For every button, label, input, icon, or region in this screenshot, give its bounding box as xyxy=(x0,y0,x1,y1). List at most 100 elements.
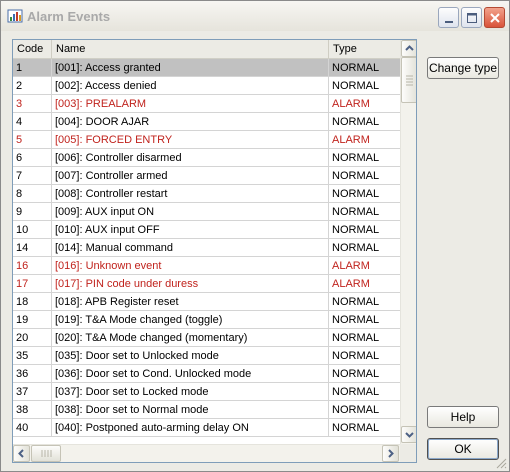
cell-code: 37 xyxy=(13,383,52,401)
cell-name: [020]: T&A Mode changed (momentary) xyxy=(52,329,329,347)
table-row[interactable]: 6 [006]: Controller disarmed NORMAL xyxy=(13,149,400,167)
alarm-events-window: Alarm Events Code Name Type 1 [001]: Acce… xyxy=(0,0,510,472)
table-row[interactable]: 5 [005]: FORCED ENTRY ALARM xyxy=(13,131,400,149)
minimize-icon xyxy=(445,21,453,23)
cell-code: 16 xyxy=(13,257,52,275)
scrollbar-corner xyxy=(400,444,416,462)
table-row[interactable]: 4 [004]: DOOR AJAR NORMAL xyxy=(13,113,400,131)
table-row[interactable]: 16 [016]: Unknown event ALARM xyxy=(13,257,400,275)
cell-name: [009]: AUX input ON xyxy=(52,203,329,221)
list-header: Code Name Type xyxy=(13,40,400,59)
alarm-events-icon xyxy=(7,8,23,24)
chevron-right-icon xyxy=(388,449,394,458)
column-header-type[interactable]: Type xyxy=(329,40,400,59)
column-header-name[interactable]: Name xyxy=(52,40,329,59)
alarm-events-list[interactable]: Code Name Type 1 [001]: Access granted NOR… xyxy=(12,39,417,463)
table-row[interactable]: 40 [040]: Postponed auto-arming delay ON N… xyxy=(13,419,400,437)
table-row[interactable]: 17 [017]: PIN code under duress ALARM xyxy=(13,275,400,293)
cell-code: 17 xyxy=(13,275,52,293)
cell-type: NORMAL xyxy=(332,242,380,254)
cell-name: [018]: APB Register reset xyxy=(52,293,329,311)
cell-type: NORMAL xyxy=(332,296,380,308)
cell-code: 38 xyxy=(13,401,52,419)
cell-code: 3 xyxy=(13,95,52,113)
cell-name: [037]: Door set to Locked mode xyxy=(52,383,329,401)
cell-code: 1 xyxy=(13,59,52,77)
scroll-down-button[interactable] xyxy=(401,426,416,443)
cell-name: [004]: DOOR AJAR xyxy=(52,113,329,131)
cell-code: 8 xyxy=(13,185,52,203)
cell-type: NORMAL xyxy=(332,170,380,182)
cell-code: 9 xyxy=(13,203,52,221)
cell-name: [007]: Controller armed xyxy=(52,167,329,185)
help-button[interactable]: Help xyxy=(427,406,499,428)
cell-name: [010]: AUX input OFF xyxy=(52,221,329,239)
cell-name: [019]: T&A Mode changed (toggle) xyxy=(52,311,329,329)
cell-type: NORMAL xyxy=(332,314,380,326)
table-row[interactable]: 18 [018]: APB Register reset NORMAL xyxy=(13,293,400,311)
minimize-button[interactable] xyxy=(438,7,459,28)
table-row[interactable]: 10 [010]: AUX input OFF NORMAL xyxy=(13,221,400,239)
resize-grip-icon[interactable] xyxy=(495,457,507,469)
table-row[interactable]: 19 [019]: T&A Mode changed (toggle) NORMAL xyxy=(13,311,400,329)
close-button[interactable] xyxy=(484,7,505,28)
table-row[interactable]: 20 [020]: T&A Mode changed (momentary) NOR… xyxy=(13,329,400,347)
cell-type: NORMAL xyxy=(332,116,380,128)
horizontal-scroll-thumb[interactable] xyxy=(31,445,61,462)
cell-type: NORMAL xyxy=(332,386,380,398)
cell-name: [014]: Manual command xyxy=(52,239,329,257)
cell-type: NORMAL xyxy=(332,152,380,164)
table-row[interactable]: 37 [037]: Door set to Locked mode NORMAL xyxy=(13,383,400,401)
cell-name: [005]: FORCED ENTRY xyxy=(52,131,329,149)
scroll-right-button[interactable] xyxy=(382,445,399,462)
cell-code: 14 xyxy=(13,239,52,257)
table-row[interactable]: 14 [014]: Manual command NORMAL xyxy=(13,239,400,257)
cell-code: 5 xyxy=(13,131,52,149)
cell-name: [016]: Unknown event xyxy=(52,257,329,275)
table-row[interactable]: 3 [003]: PREALARM ALARM xyxy=(13,95,400,113)
maximize-button[interactable] xyxy=(461,7,482,28)
cell-code: 7 xyxy=(13,167,52,185)
title-bar[interactable]: Alarm Events xyxy=(1,1,509,31)
chevron-down-icon xyxy=(405,432,414,438)
scroll-left-button[interactable] xyxy=(13,445,30,462)
change-type-button[interactable]: Change type xyxy=(427,57,499,79)
cell-code: 4 xyxy=(13,113,52,131)
cell-type: ALARM xyxy=(332,134,370,146)
cell-name: [035]: Door set to Unlocked mode xyxy=(52,347,329,365)
list-rows: 1 [001]: Access granted NORMAL 2 [002]: Acce… xyxy=(13,59,400,444)
table-row[interactable]: 38 [038]: Door set to Normal mode NORMAL xyxy=(13,401,400,419)
table-row[interactable]: 1 [001]: Access granted NORMAL xyxy=(13,59,400,77)
table-row[interactable]: 36 [036]: Door set to Cond. Unlocked mode… xyxy=(13,365,400,383)
table-row[interactable]: 2 [002]: Access denied NORMAL xyxy=(13,77,400,95)
close-icon xyxy=(490,13,500,23)
cell-code: 40 xyxy=(13,419,52,437)
table-row[interactable]: 8 [008]: Controller restart NORMAL xyxy=(13,185,400,203)
ok-button[interactable]: OK xyxy=(427,438,499,460)
maximize-icon xyxy=(467,13,477,23)
cell-name: [038]: Door set to Normal mode xyxy=(52,401,329,419)
cell-type: NORMAL xyxy=(332,368,380,380)
window-title: Alarm Events xyxy=(27,9,111,24)
table-row[interactable]: 9 [009]: AUX input ON NORMAL xyxy=(13,203,400,221)
scroll-up-button[interactable] xyxy=(401,40,416,57)
cell-type: NORMAL xyxy=(332,422,380,434)
vertical-scroll-thumb[interactable] xyxy=(401,57,416,103)
grip-icon xyxy=(41,450,52,457)
cell-name: [002]: Access denied xyxy=(52,77,329,95)
cell-type: NORMAL xyxy=(332,404,380,416)
cell-type: NORMAL xyxy=(332,224,380,236)
cell-type: NORMAL xyxy=(332,188,380,200)
cell-code: 20 xyxy=(13,329,52,347)
table-row[interactable]: 7 [007]: Controller armed NORMAL xyxy=(13,167,400,185)
horizontal-scrollbar[interactable] xyxy=(13,444,400,462)
cell-type: NORMAL xyxy=(332,350,380,362)
chevron-left-icon xyxy=(18,449,24,458)
vertical-scrollbar[interactable] xyxy=(400,40,416,444)
grip-icon xyxy=(406,75,413,86)
cell-name: [003]: PREALARM xyxy=(52,95,329,113)
cell-code: 36 xyxy=(13,365,52,383)
column-header-code[interactable]: Code xyxy=(13,40,52,59)
table-row[interactable]: 35 [035]: Door set to Unlocked mode NORMAL xyxy=(13,347,400,365)
cell-type: ALARM xyxy=(332,98,370,110)
